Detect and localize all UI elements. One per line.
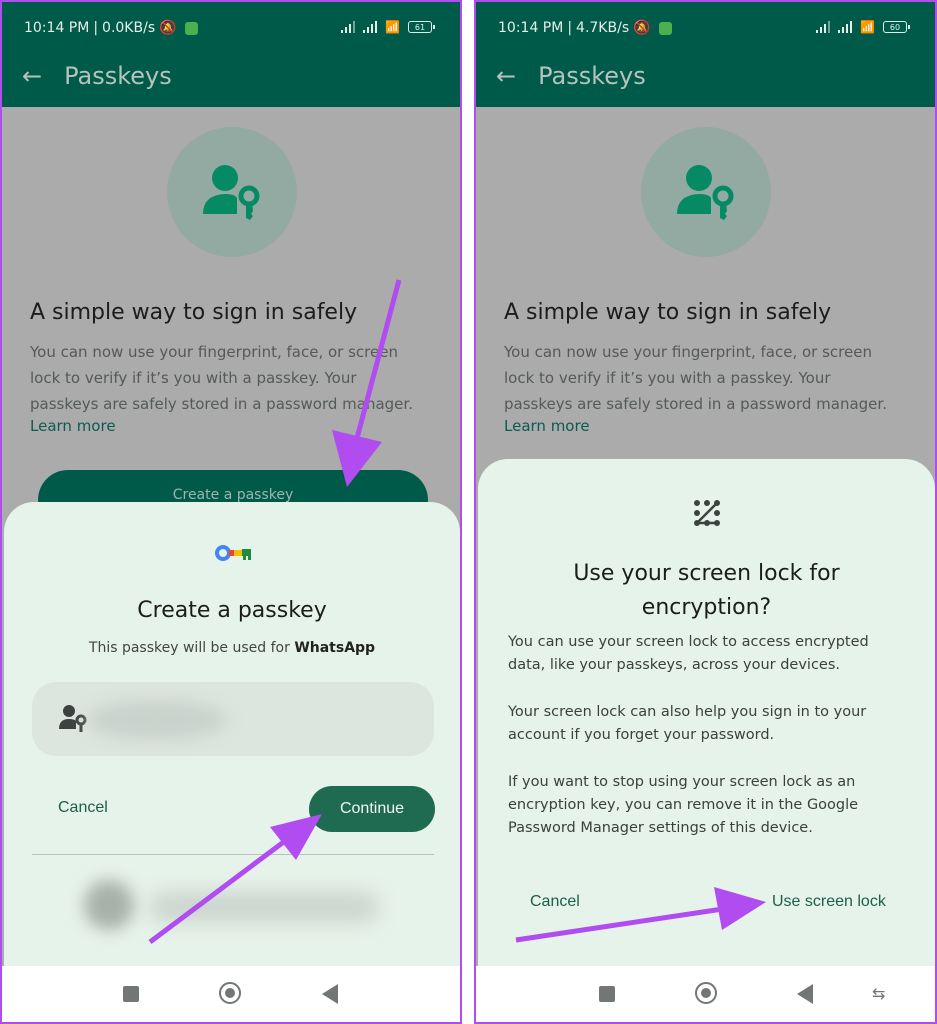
status-bar: 10:14 PM | 0.0KB/s 🔕 bbox=[24, 20, 198, 36]
phone-screen-create-passkey: 10:14 PM | 0.0KB/s 🔕 📶 61 ← Passkeys A s… bbox=[0, 0, 462, 1024]
cancel-button[interactable]: Cancel bbox=[58, 799, 108, 817]
network-speed: 4.7KB/s bbox=[576, 20, 630, 36]
app-bar: 10:14 PM | 4.7KB/s 🔕 📶 60 ← Passkeys bbox=[476, 2, 935, 107]
app-bar: 10:14 PM | 0.0KB/s 🔕 📶 61 ← Passkeys bbox=[2, 2, 460, 107]
learn-more-link[interactable]: Learn more bbox=[30, 417, 116, 435]
navigation-bar bbox=[2, 966, 460, 1022]
page-title: Passkeys bbox=[64, 62, 172, 90]
create-passkey-sheet: Create a passkey This passkey will be us… bbox=[4, 502, 460, 966]
rotate-screen-icon[interactable]: ⇆ bbox=[872, 984, 885, 1003]
intro-description: You can now use your fingerprint, face, … bbox=[30, 343, 413, 413]
battery-icon: 60 bbox=[883, 21, 910, 33]
signal-icon bbox=[363, 21, 378, 33]
home-icon[interactable] bbox=[219, 982, 241, 1004]
wifi-icon: 📶 bbox=[860, 20, 875, 34]
sheet-paragraph: You can use your screen lock to access e… bbox=[508, 634, 869, 673]
person-key-icon bbox=[677, 165, 734, 220]
status-bar: 10:14 PM | 4.7KB/s 🔕 bbox=[498, 20, 672, 36]
divider bbox=[32, 854, 434, 855]
screen-lock-sheet: Use your screen lock for encryption? You… bbox=[478, 459, 935, 966]
use-screen-lock-button[interactable]: Use screen lock bbox=[772, 893, 886, 911]
person-key-icon bbox=[59, 705, 87, 732]
back-icon[interactable] bbox=[797, 984, 813, 1004]
blurred-account-row bbox=[74, 872, 384, 942]
sheet-title: Create a passkey bbox=[137, 598, 327, 623]
passkey-hero-icon bbox=[167, 127, 297, 257]
sheet-paragraph: Your screen lock can also help you sign … bbox=[508, 704, 867, 743]
status-time: 10:14 PM bbox=[24, 20, 90, 36]
recents-icon[interactable] bbox=[599, 986, 615, 1002]
blurred-account-name bbox=[87, 700, 227, 740]
wifi-icon: 📶 bbox=[385, 20, 400, 34]
account-select-field[interactable] bbox=[32, 682, 434, 756]
phone-screen-screen-lock: 10:14 PM | 4.7KB/s 🔕 📶 60 ← Passkeys A s… bbox=[474, 0, 937, 1024]
app-notification-icon bbox=[658, 21, 672, 35]
continue-button[interactable]: Continue bbox=[309, 786, 435, 832]
mute-icon: 🔕 bbox=[633, 20, 651, 36]
back-icon[interactable] bbox=[322, 984, 338, 1004]
page-title: Passkeys bbox=[538, 62, 646, 90]
sheet-title: Use your screen lock for encryption? bbox=[573, 561, 840, 620]
person-key-icon bbox=[203, 165, 260, 220]
mute-icon: 🔕 bbox=[159, 20, 177, 36]
signal-icon bbox=[838, 21, 853, 33]
status-time: 10:14 PM bbox=[498, 20, 564, 36]
learn-more-link[interactable]: Learn more bbox=[504, 417, 590, 435]
navigation-bar: ⇆ bbox=[476, 966, 935, 1022]
sheet-paragraph: If you want to stop using your screen lo… bbox=[508, 774, 859, 836]
google-key-icon bbox=[215, 545, 251, 561]
cancel-button[interactable]: Cancel bbox=[530, 893, 580, 911]
signal-icon bbox=[816, 21, 831, 33]
intro-description: You can now use your fingerprint, face, … bbox=[504, 343, 887, 413]
pattern-lock-icon bbox=[694, 500, 720, 526]
intro-heading: A simple way to sign in safely bbox=[504, 300, 832, 325]
back-arrow-icon[interactable]: ← bbox=[496, 64, 516, 88]
app-name: WhatsApp bbox=[294, 640, 376, 656]
signal-icon bbox=[341, 21, 356, 33]
network-speed: 0.0KB/s bbox=[102, 20, 156, 36]
app-notification-icon bbox=[184, 21, 198, 35]
recents-icon[interactable] bbox=[123, 986, 139, 1002]
intro-heading: A simple way to sign in safely bbox=[30, 300, 358, 325]
battery-icon: 61 bbox=[408, 21, 435, 33]
back-arrow-icon[interactable]: ← bbox=[22, 64, 42, 88]
passkey-hero-icon bbox=[641, 127, 771, 257]
home-icon[interactable] bbox=[695, 982, 717, 1004]
sheet-subtitle: This passkey will be used for WhatsApp bbox=[88, 640, 376, 656]
